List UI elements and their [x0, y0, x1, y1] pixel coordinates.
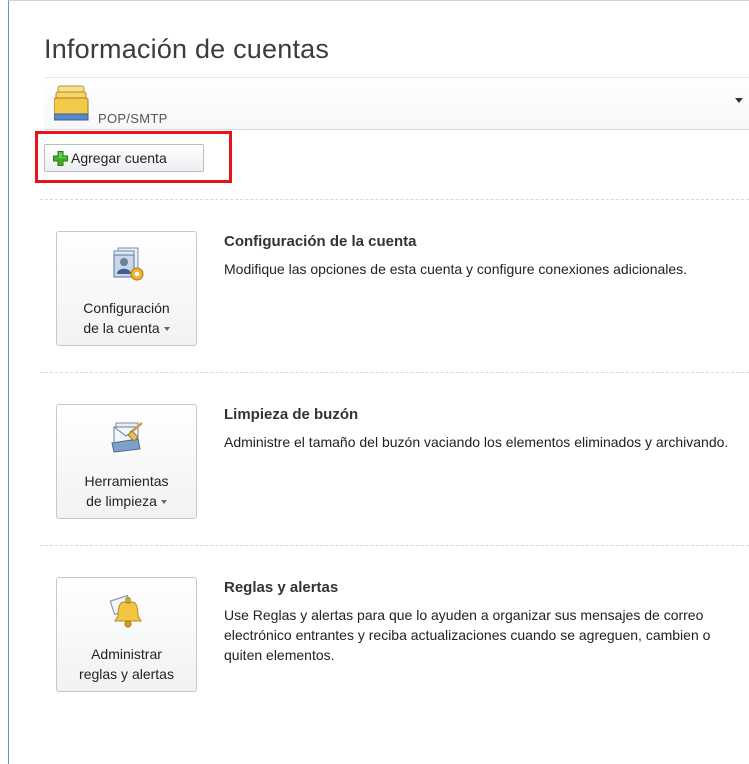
add-account-label: Agregar cuenta — [71, 150, 167, 166]
account-settings-icon — [113, 247, 143, 281]
rules-alerts-icon — [109, 594, 142, 628]
cleanup-tools-line1: Herramientas — [84, 473, 169, 489]
mailbox-cleanup-icon — [110, 422, 143, 453]
account-settings-description: Modifique las opciones de esta cuenta y … — [224, 261, 688, 277]
manage-rules-line2: reglas y alertas — [79, 666, 174, 682]
rules-alerts-description: Use Reglas y alertas para que lo ayuden … — [224, 607, 711, 663]
add-account-button[interactable]: Agregar cuenta — [44, 144, 204, 172]
account-settings-line1: Configuración — [83, 300, 170, 316]
account-selector[interactable]: POP/SMTP — [44, 77, 749, 130]
chevron-down-icon — [163, 327, 170, 332]
section-divider — [40, 372, 749, 373]
page-title: Información de cuentas — [44, 34, 330, 64]
mailbox-cleanup-description: Administre el tamaño del buzón vaciando … — [224, 434, 729, 450]
account-settings-title: Configuración de la cuenta — [224, 233, 417, 250]
chevron-down-icon — [160, 500, 167, 505]
folder-stack-icon — [54, 85, 89, 121]
rules-alerts-title: Reglas y alertas — [224, 579, 339, 596]
chevron-down-icon[interactable] — [735, 98, 743, 103]
cleanup-tools-line2: de limpieza — [86, 493, 157, 509]
account-settings-line2: de la cuenta — [83, 320, 160, 336]
mailbox-cleanup-title: Limpieza de buzón — [224, 406, 359, 423]
manage-rules-alerts-button[interactable]: Administrar reglas y alertas — [56, 577, 197, 692]
account-settings-button[interactable]: Configuración de la cuenta — [56, 231, 197, 346]
section-divider — [40, 545, 749, 546]
cleanup-tools-button[interactable]: Herramientas de limpieza — [56, 404, 197, 519]
section-divider — [40, 199, 749, 200]
account-type-label: POP/SMTP — [98, 111, 168, 126]
green-plus-icon — [53, 150, 68, 166]
manage-rules-line1: Administrar — [91, 646, 162, 662]
